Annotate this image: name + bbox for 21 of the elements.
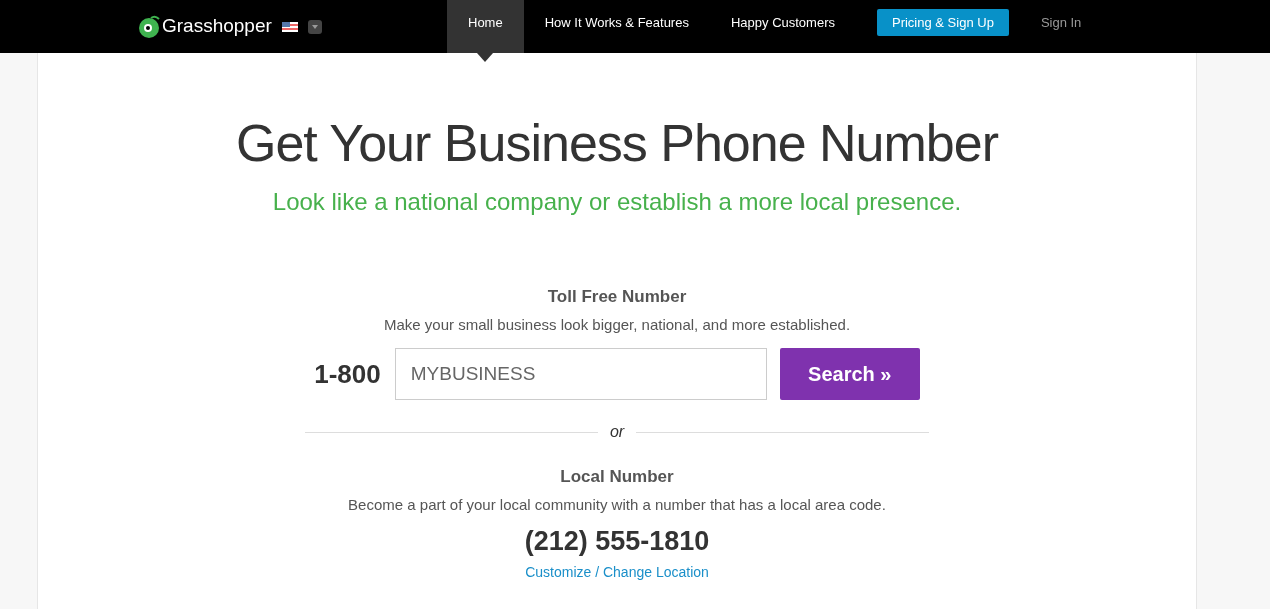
flag-icon[interactable] [281, 21, 298, 32]
customize-location-link[interactable]: Customize / Change Location [525, 562, 709, 583]
vanity-number-field[interactable]: MYBUSINESS [394, 348, 767, 400]
logo-text[interactable]: Grasshopper [162, 12, 272, 41]
section-title: Local Number [560, 466, 674, 488]
page-subtitle: Look like a national company or establish a more local presence. [272, 190, 962, 214]
nav-tab[interactable]: Home [447, 0, 524, 53]
dropdown-icon[interactable] [307, 19, 322, 34]
section-description: Become a part of your local community with a number that has a local area code. [348, 494, 886, 515]
search-button[interactable]: Search » [779, 348, 920, 400]
local-phone-number: (212) 555-1810 [524, 528, 710, 555]
or-divider-text: or [608, 422, 626, 442]
pricing-signup-button[interactable]: Pricing & Sign Up [877, 9, 1009, 36]
nav-tab[interactable]: Happy Customers [709, 0, 856, 53]
section-title: Toll Free Number [547, 286, 687, 308]
section-description: Make your small business look bigger, national, and more established. [383, 314, 851, 335]
nav-tab[interactable]: How It Works & Features [523, 0, 710, 53]
page-title: Get Your Business Phone Number [235, 117, 998, 169]
number-prefix: 1-800 [314, 357, 381, 391]
sign-in-link[interactable]: Sign In [1040, 12, 1082, 33]
grasshopper-logo-icon [137, 14, 161, 39]
